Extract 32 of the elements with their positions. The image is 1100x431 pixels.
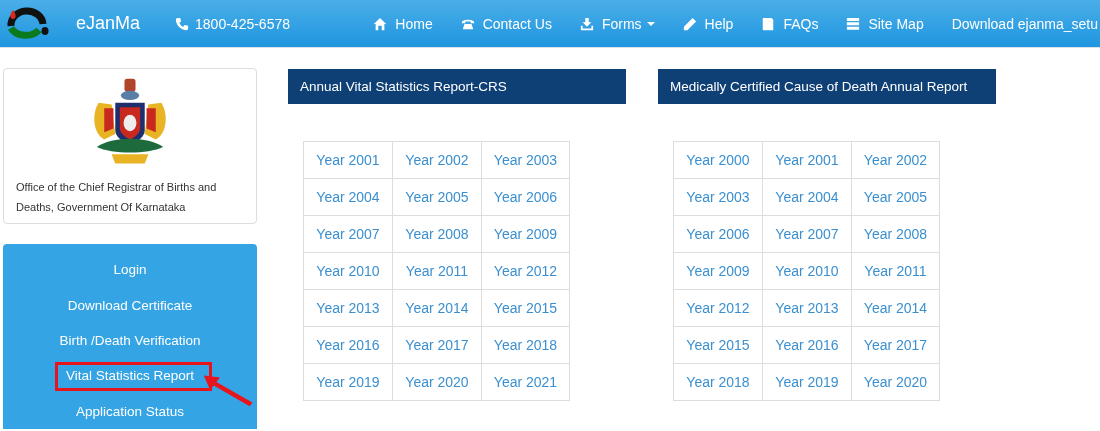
nav-link[interactable]: Home: [359, 15, 447, 32]
nav-link[interactable]: Site Map: [832, 15, 938, 32]
nav-link[interactable]: Contact Us: [446, 15, 566, 32]
logo-icon[interactable]: [5, 5, 49, 42]
year-link[interactable]: Year 2003: [481, 141, 570, 179]
brand-name[interactable]: eJanMa: [76, 13, 141, 34]
menu-link[interactable]: Login: [113, 262, 147, 278]
menu-link[interactable]: Vital Statistics Report: [65, 368, 195, 384]
menu-link[interactable]: Birth /Death Verification: [59, 333, 201, 348]
year-link[interactable]: Year 2019: [303, 363, 393, 401]
year-link[interactable]: Year 2018: [673, 363, 763, 401]
nav-link[interactable]: Help: [668, 15, 748, 32]
menu-link[interactable]: Download Certificate: [67, 297, 193, 313]
server-icon: [846, 16, 861, 31]
panel-heading: Annual Vital Statistics Report-CRS: [288, 69, 626, 104]
pencil-icon: [682, 16, 697, 31]
year-link[interactable]: Year 2002: [851, 141, 940, 179]
year-link[interactable]: Year 2000: [673, 141, 763, 179]
office-name: Office of the Chief Registrar of Births and Deaths, Government Of Karnataka: [16, 180, 218, 215]
panel-heading: Medically Certified Cause of Death Annual Report: [658, 69, 996, 104]
phone-number: 1800-425-6578: [195, 15, 291, 32]
phone-icon: [175, 16, 190, 31]
menu-link[interactable]: Application Status: [75, 403, 185, 419]
year-link[interactable]: Year 2020: [851, 363, 940, 401]
nav-link[interactable]: FAQs: [747, 15, 833, 32]
year-link[interactable]: Year 2001: [303, 141, 393, 179]
book-icon: [761, 16, 776, 31]
download-icon: [579, 16, 594, 31]
home-icon: [373, 16, 388, 31]
year-link[interactable]: Year 2021: [481, 363, 570, 401]
nav-link[interactable]: Forms: [565, 15, 669, 32]
nav-link[interactable]: Download ejanma_setu: [937, 15, 1100, 32]
